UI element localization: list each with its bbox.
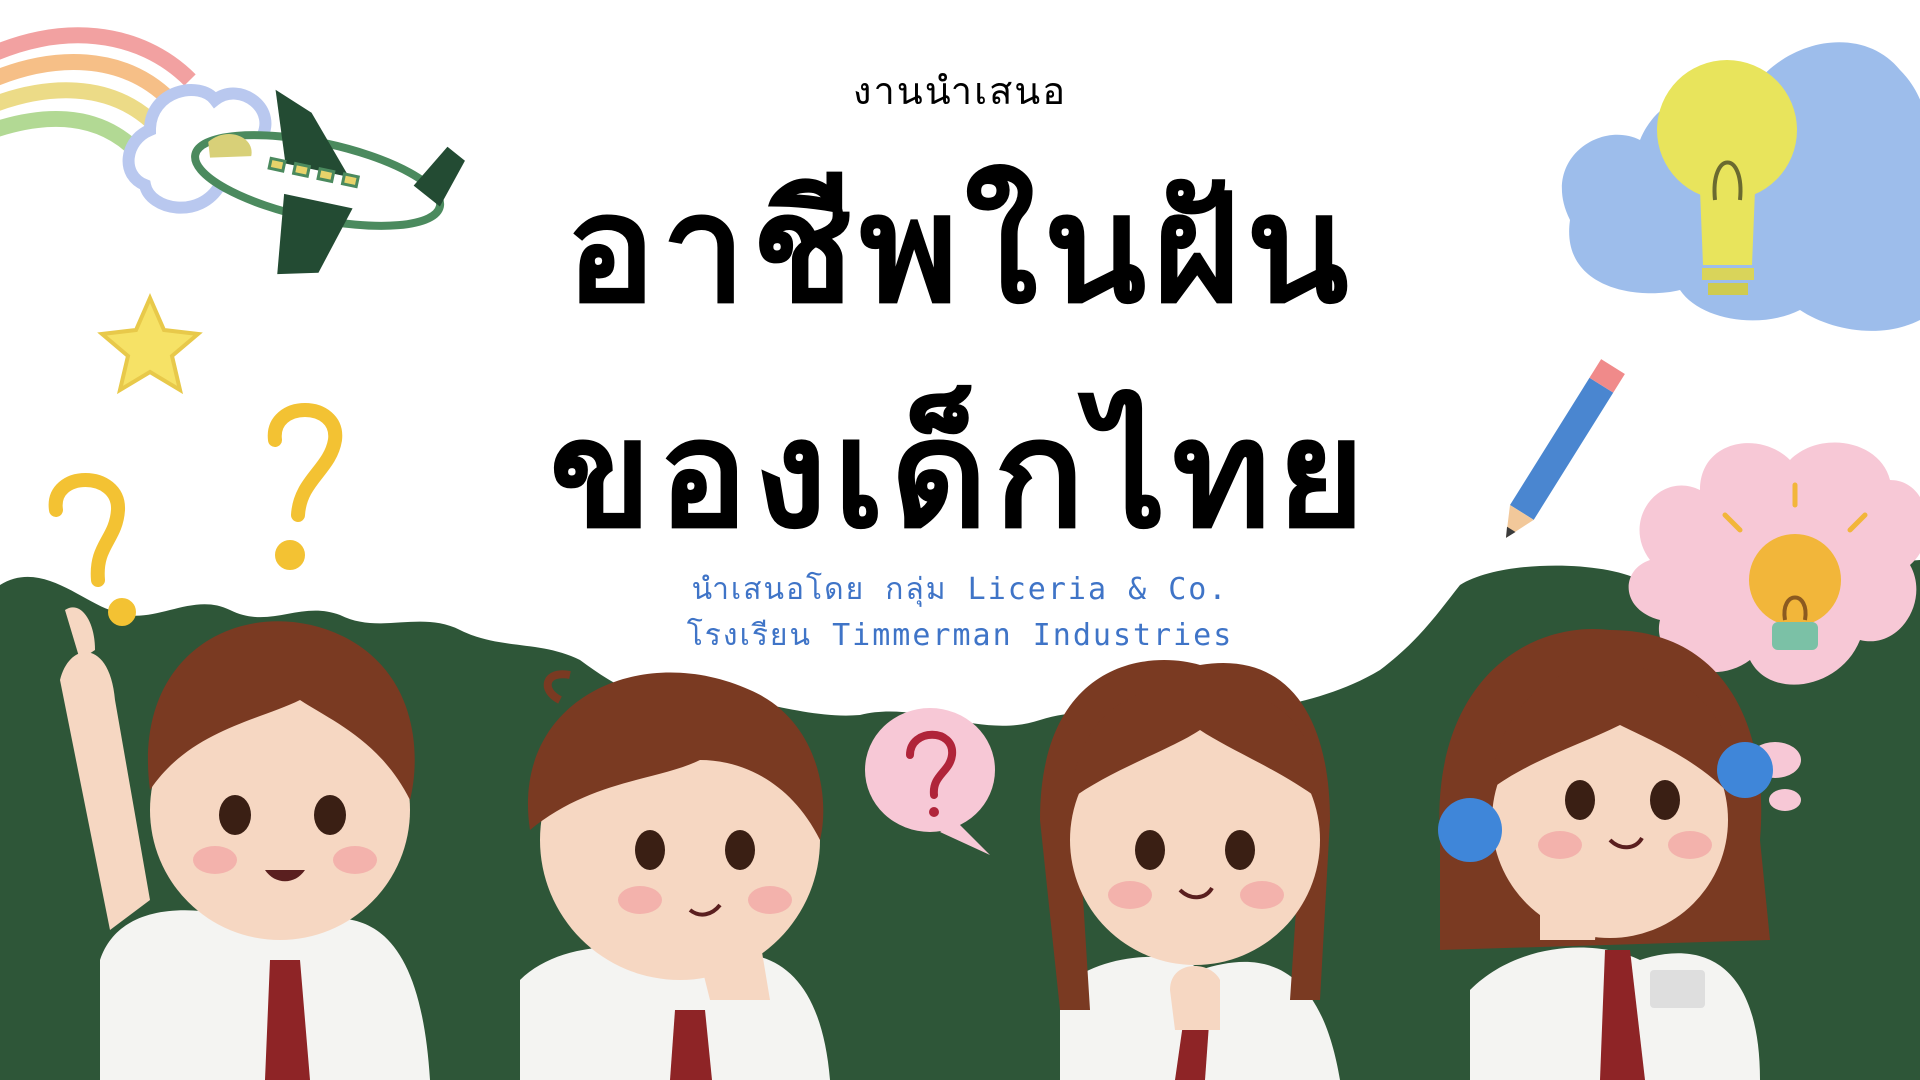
title-line-1: อาชีพในฝัน — [565, 163, 1355, 337]
student-girl-thinking — [1438, 628, 1773, 1080]
title-line-2: ของเด็กไทย — [549, 388, 1371, 562]
school-line: โรงเรียน Timmerman Industries — [686, 618, 1234, 653]
student-girl-braids — [1040, 660, 1340, 1080]
hair-scrunchie — [1438, 798, 1502, 862]
hair-scrunchie — [1717, 742, 1773, 798]
slide: งานนำเสนอ อาชีพในฝัน ของเด็กไทย นำเสนอโด… — [0, 0, 1920, 1080]
student-boy-thinking — [520, 670, 830, 1080]
presenter-line: นำเสนอโดย กลุ่ม Liceria & Co. — [691, 572, 1229, 607]
name-tag — [1650, 970, 1705, 1008]
presentation-kicker: งานนำเสนอ — [852, 69, 1068, 113]
